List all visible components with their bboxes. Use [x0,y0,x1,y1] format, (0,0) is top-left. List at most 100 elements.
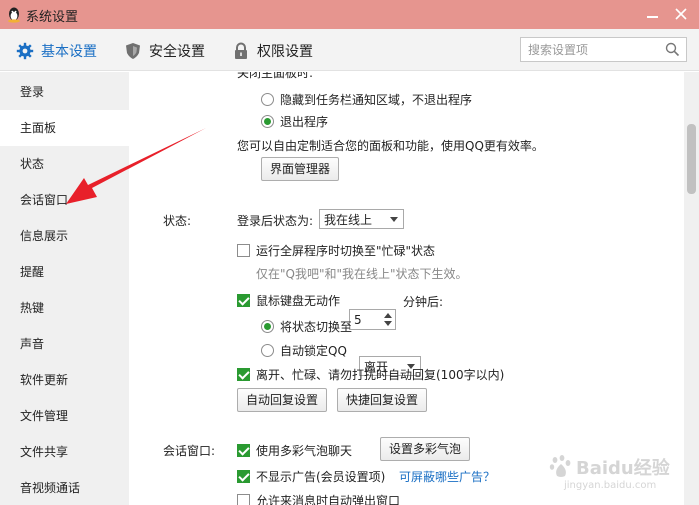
search-icon[interactable] [665,42,680,57]
option-no-ads[interactable]: 不显示广告(会员设置项) [237,468,385,485]
quick-reply-settings-button[interactable]: 快捷回复设置 [337,388,428,412]
radio-switch-status[interactable] [261,320,274,333]
sidebar-item-label: 会话窗口 [20,193,69,207]
option-colorful-bubble[interactable]: 使用多彩气泡聊天 [237,442,352,459]
sidebar-item-label: 文件共享 [20,445,69,459]
auto-reply-settings-button[interactable]: 自动回复设置 [237,388,328,412]
sidebar-item-status[interactable]: 状态 [0,146,129,182]
ui-manager-button[interactable]: 界面管理器 [261,157,340,181]
close-icon [675,8,687,20]
checkbox-fullscreen-busy[interactable] [237,244,250,257]
tab-permission-settings-label: 权限设置 [257,44,313,60]
watermark-text: Baidu经验 [576,458,670,479]
baidu-watermark: Baidu经验 jingyan.baidu.com [536,448,686,498]
idle-minutes-suffix: 分钟后: [403,295,444,309]
bubble-settings-button[interactable]: 设置多彩气泡 [380,437,471,461]
sidebar-item-software-update[interactable]: 软件更新 [0,362,129,398]
option-auto-lock[interactable]: 自动锁定QQ [261,342,347,359]
option-idle-timeout-label: 鼠标键盘无动作 [256,294,341,308]
option-hide-to-tray[interactable]: 隐藏到任务栏通知区域，不退出程序 [261,91,472,108]
status-section-label: 状态: [163,214,192,228]
sidebar-item-sound[interactable]: 声音 [0,326,129,362]
settings-sidebar: 登录 主面板 状态 会话窗口 信息展示 提醒 热键 声音 软件更新 文件管理 文… [0,72,129,505]
settings-tab-bar: 基本设置 安全设置 权限设置 [0,29,699,71]
chevron-down-icon [390,217,398,222]
sidebar-item-file-management[interactable]: 文件管理 [0,398,129,434]
tab-security-settings-label: 安全设置 [149,44,205,60]
scrollbar-thumb[interactable] [687,124,696,194]
option-switch-status-label: 将状态切换至 [280,320,353,334]
window-title: 系统设置 [26,10,79,25]
sidebar-item-label: 信息展示 [20,229,69,243]
sidebar-item-main-panel[interactable]: 主面板 [0,110,129,146]
radio-exit-program[interactable] [261,115,274,128]
title-bar: 系统设置 [0,0,699,29]
chat-window-section-label: 会话窗口: [163,444,216,458]
blockable-ads-link[interactable]: 可屏蔽哪些广告？ [399,468,495,485]
option-auto-popup-label: 允许来消息时自动弹出窗口 [256,494,401,505]
sidebar-item-label: 文件管理 [20,409,69,423]
option-auto-reply-label: 离开、忙碌、请勿打扰时自动回复(100字以内) [256,368,505,382]
customize-description: 您可以自由定制适合您的面板和功能，使用QQ更有效率。 [237,139,544,153]
fullscreen-busy-hint: 仅在"Q我吧"和"我在线上"状态下生效。 [256,267,468,281]
checkbox-colorful-bubble[interactable] [237,444,250,457]
radio-auto-lock[interactable] [261,344,274,357]
option-no-ads-label: 不显示广告(会员设置项) [256,470,386,484]
tab-security-settings[interactable]: 安全设置 [124,41,205,61]
sidebar-item-login[interactable]: 登录 [0,74,129,110]
sidebar-item-label: 热键 [20,301,45,315]
login-status-label: 登录后状态为: [237,214,314,228]
minimize-button[interactable] [642,4,664,24]
sidebar-item-chat-window[interactable]: 会话窗口 [0,182,129,218]
login-status-value: 我在线上 [324,212,373,227]
chevron-down-icon[interactable] [384,321,392,326]
tab-basic-settings[interactable]: 基本设置 [16,41,97,61]
option-exit-program[interactable]: 退出程序 [261,113,328,130]
option-exit-program-label: 退出程序 [280,115,329,129]
search-box[interactable] [520,37,687,62]
option-auto-popup[interactable]: 允许来消息时自动弹出窗口 [237,492,400,505]
sidebar-item-hotkeys[interactable]: 热键 [0,290,129,326]
option-idle-timeout[interactable]: 鼠标键盘无动作 [237,292,340,309]
checkbox-auto-popup[interactable] [237,494,250,505]
sidebar-item-label: 声音 [20,337,45,351]
chevron-up-icon[interactable] [384,313,392,318]
search-input[interactable] [528,39,668,60]
sidebar-item-label: 音视频通话 [20,481,81,495]
sidebar-item-file-sharing[interactable]: 文件共享 [0,434,129,470]
close-button[interactable] [670,4,692,24]
checkbox-auto-reply[interactable] [237,368,250,381]
content-scrollbar[interactable] [684,72,699,505]
checkbox-idle-timeout[interactable] [237,294,250,307]
option-auto-lock-label: 自动锁定QQ [280,344,347,358]
option-hide-to-tray-label: 隐藏到任务栏通知区域，不退出程序 [280,93,473,107]
lock-icon [235,42,247,59]
sidebar-item-info-display[interactable]: 信息展示 [0,218,129,254]
sidebar-item-label: 主面板 [20,121,57,135]
idle-minutes-value: 5 [354,312,362,327]
sidebar-item-label: 软件更新 [20,373,69,387]
option-colorful-bubble-label: 使用多彩气泡聊天 [256,444,353,458]
option-fullscreen-busy-label: 运行全屏程序时切换至"忙碌"状态 [256,244,436,258]
sidebar-item-reminder[interactable]: 提醒 [0,254,129,290]
login-status-select[interactable]: 我在线上 [319,209,404,229]
sidebar-item-av-call[interactable]: 音视频通话 [0,470,129,505]
radio-hide-to-tray[interactable] [261,93,274,106]
shield-icon [126,43,140,59]
tab-permission-settings[interactable]: 权限设置 [232,41,313,61]
qq-penguin-icon [8,7,20,23]
watermark-subtext: jingyan.baidu.com [564,480,657,491]
option-switch-status[interactable]: 将状态切换至 [261,318,352,335]
settings-content: 关闭主面板时: 隐藏到任务栏通知区域，不退出程序 退出程序 您可以自由定制适合您… [129,72,684,505]
idle-minutes-stepper[interactable]: 5 [349,309,396,330]
tab-basic-settings-label: 基本设置 [41,44,97,60]
sidebar-item-label: 状态 [20,157,45,171]
option-auto-reply[interactable]: 离开、忙碌、请勿打扰时自动回复(100字以内) [237,366,504,383]
sidebar-item-label: 提醒 [20,265,45,279]
gear-icon [16,42,34,60]
close-panel-heading: 关闭主面板时: [237,72,314,80]
sidebar-item-label: 登录 [20,85,45,99]
checkbox-no-ads[interactable] [237,470,250,483]
option-fullscreen-busy[interactable]: 运行全屏程序时切换至"忙碌"状态 [237,242,435,259]
baidu-paw-icon [549,455,571,477]
